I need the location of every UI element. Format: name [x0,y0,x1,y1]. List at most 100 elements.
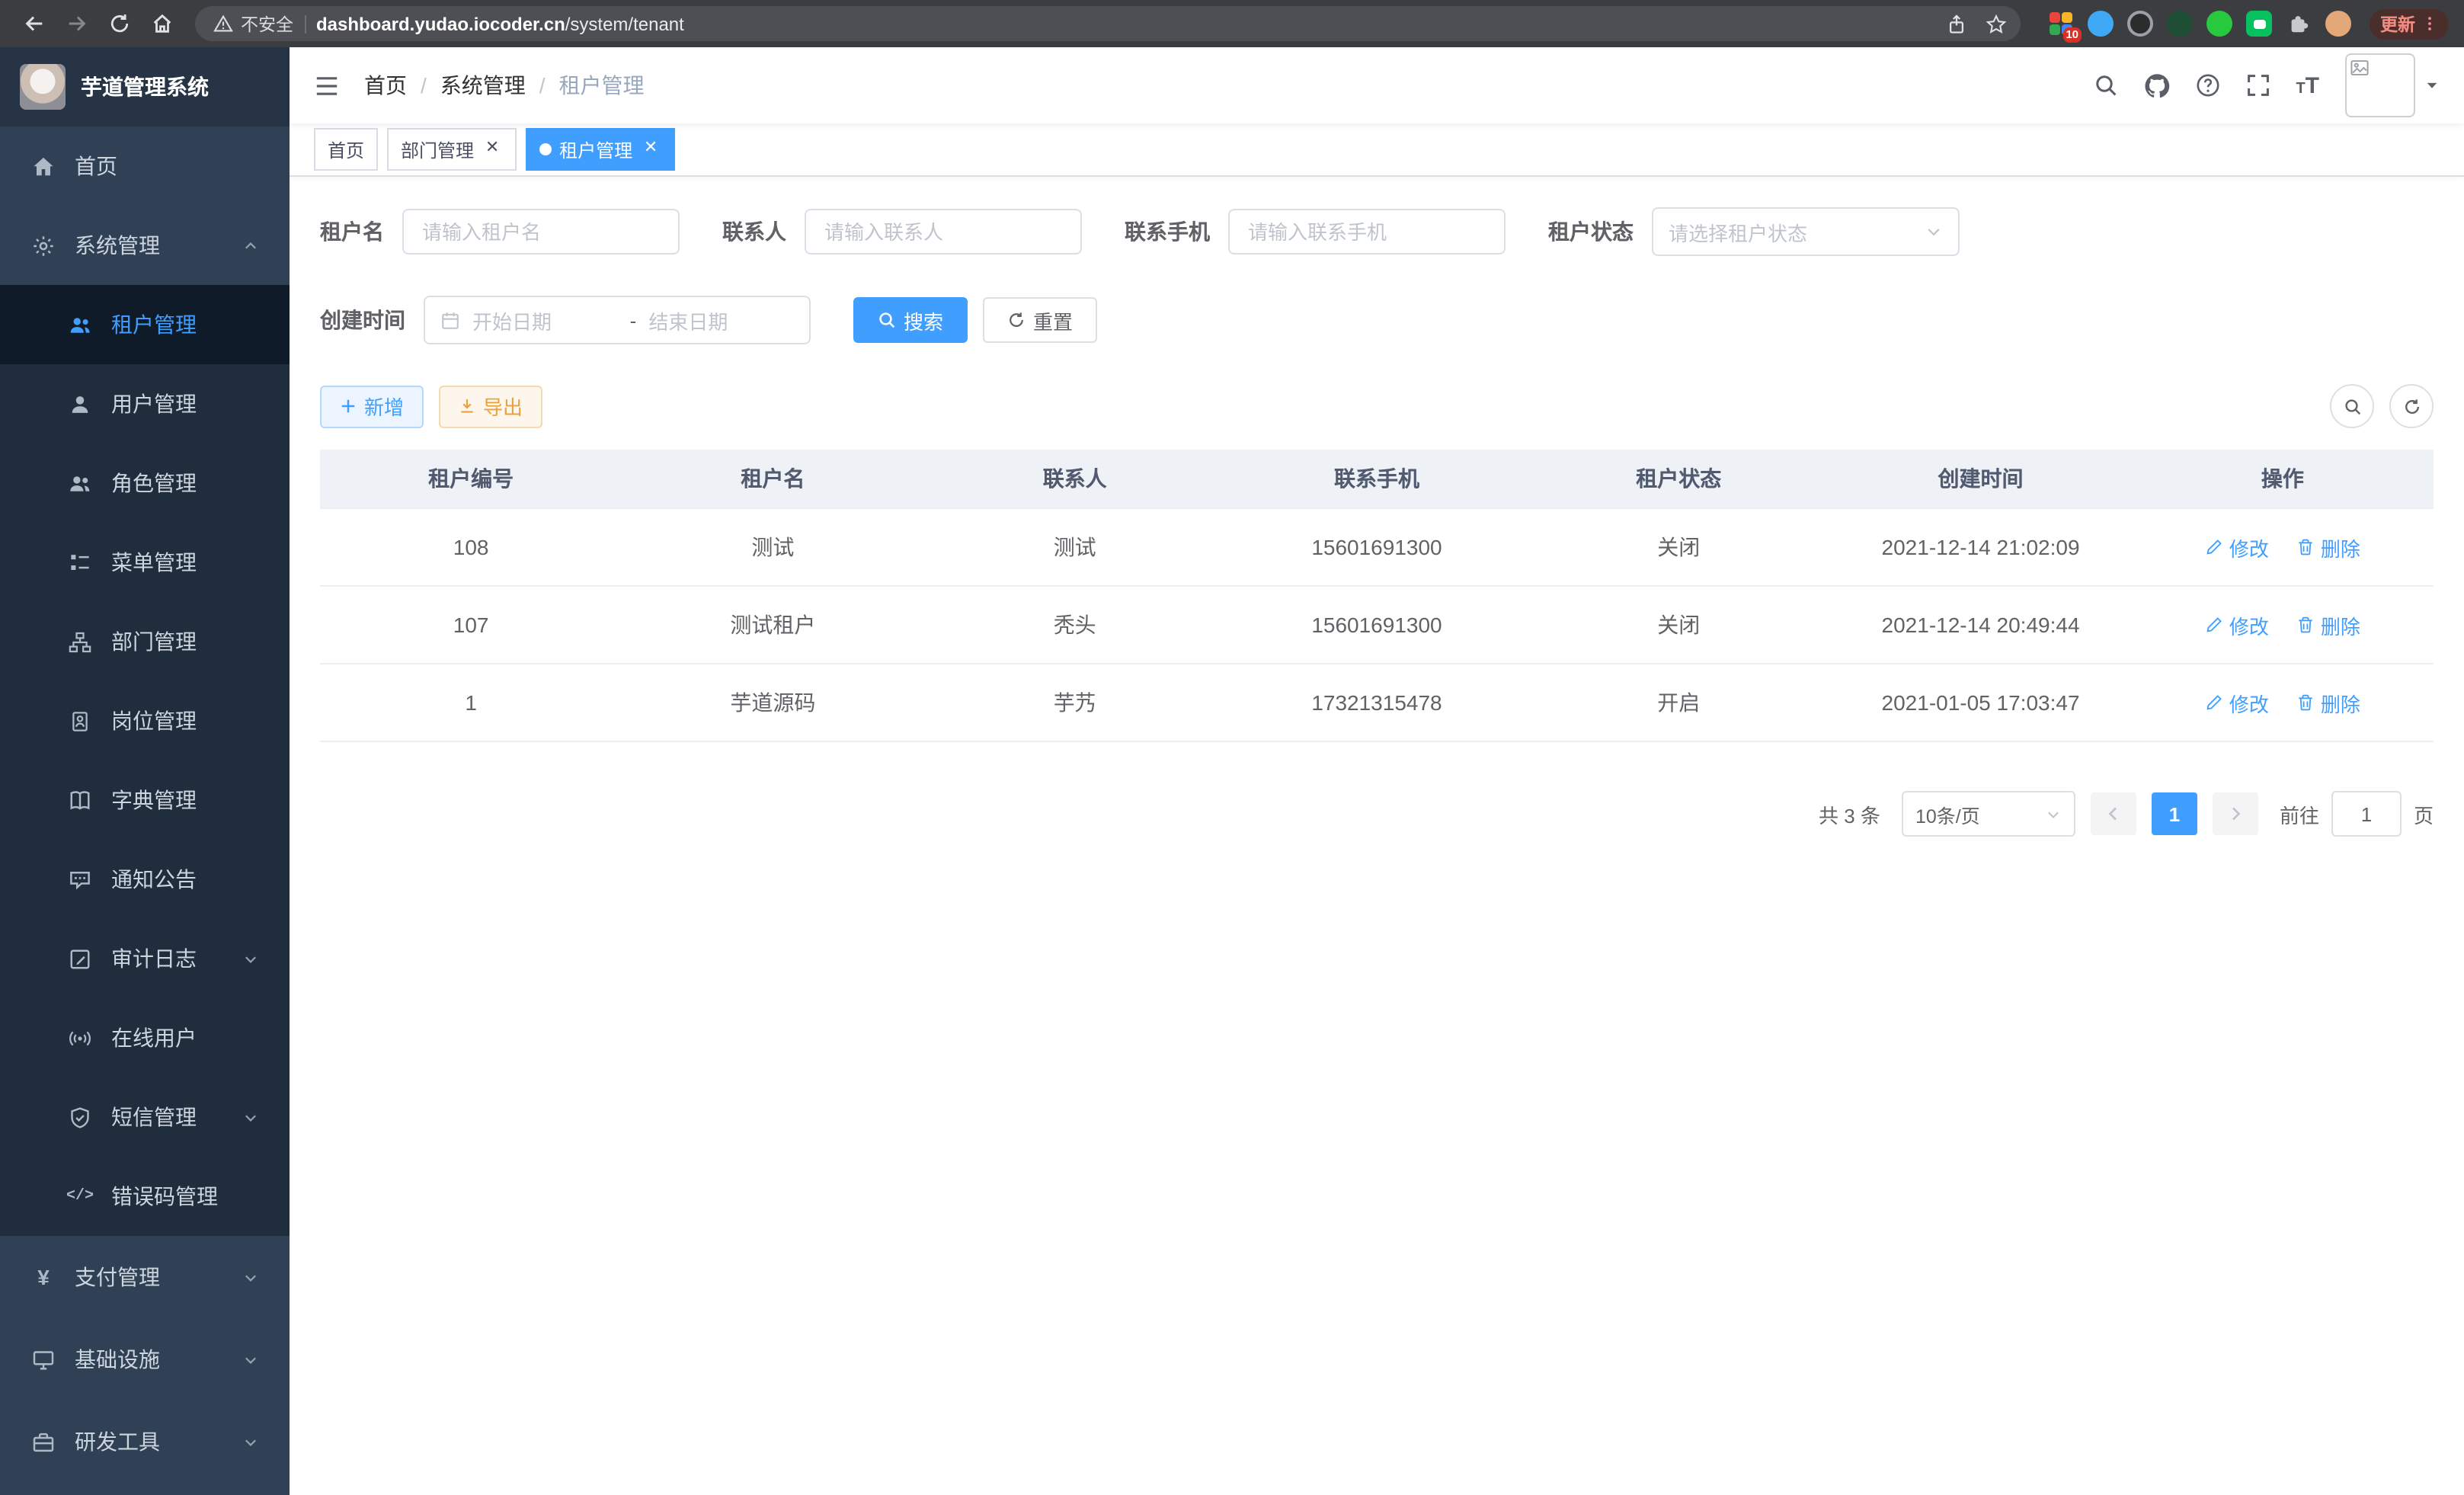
toolbox-icon [30,1430,56,1453]
chevron-down-icon [2045,805,2062,822]
tenant-table: 租户编号 租户名 联系人 联系手机 租户状态 创建时间 操作 108 测试 [320,450,2434,742]
star-icon[interactable] [1978,5,2014,42]
sidebar-item-user[interactable]: 用户管理 [0,364,290,443]
page-size-select[interactable]: 10条/页 [1902,791,2075,837]
screen: 不安全 dashboard.yudao.iocoder.cn/system/te… [0,0,2464,1495]
delete-link[interactable]: 删除 [2296,610,2360,639]
edit-link[interactable]: 修改 [2205,610,2269,639]
user-icon [67,392,93,415]
trash-icon [2296,616,2315,634]
share-icon[interactable] [1938,5,1975,42]
update-button[interactable]: 更新 [2370,8,2449,39]
reset-button[interactable]: 重置 [983,297,1097,343]
edit-icon [2205,693,2223,712]
reload-icon[interactable] [101,5,137,42]
sidebar-item-role[interactable]: 角色管理 [0,443,290,523]
sidebar-item-infra[interactable]: 基础设施 [0,1318,290,1401]
edit-link[interactable]: 修改 [2205,688,2269,717]
tenant-name-input[interactable] [402,209,680,255]
delete-link[interactable]: 删除 [2296,533,2360,562]
search-icon [2343,397,2361,415]
refresh-button[interactable] [2389,384,2434,428]
sidebar-item-dict[interactable]: 字典管理 [0,760,290,840]
delete-link[interactable]: 删除 [2296,688,2360,717]
sidebar-item-tenant[interactable]: 租户管理 [0,285,290,364]
download-icon [459,398,475,415]
search-icon[interactable] [2093,73,2117,98]
hamburger-icon[interactable] [314,72,340,98]
code-icon: </> [67,1188,93,1205]
goto-page-input[interactable] [2331,791,2402,837]
back-icon[interactable] [15,5,52,42]
sidebar-item-dept[interactable]: 部门管理 [0,602,290,681]
shield-icon [67,1106,93,1128]
security-chip[interactable]: 不安全 [213,11,293,36]
sidebar-item-home[interactable]: 首页 [0,126,290,206]
breadcrumb-system[interactable]: 系统管理 [440,70,526,101]
font-size-icon[interactable]: TT [2296,72,2319,98]
chevron-down-icon [242,1109,259,1125]
toggle-search-button[interactable] [2330,384,2374,428]
next-page-button[interactable] [2213,792,2258,835]
tab-home[interactable]: 首页 [314,128,378,171]
chat-ext-icon[interactable] [2246,11,2272,37]
ring-ext-icon[interactable] [2127,11,2153,37]
url-bar[interactable]: 不安全 dashboard.yudao.iocoder.cn/system/te… [195,6,2021,41]
sidebar-item-devtool[interactable]: 研发工具 [0,1401,290,1483]
contact-input[interactable] [805,209,1082,255]
close-icon[interactable]: ✕ [482,139,503,160]
question-icon[interactable] [2195,73,2219,98]
search-button[interactable]: 搜索 [853,297,968,343]
sidebar-item-notice[interactable]: 通知公告 [0,840,290,919]
tab-tenant[interactable]: 租户管理 ✕ [526,128,675,171]
page-number-1[interactable]: 1 [2152,792,2197,835]
chevron-down-icon [242,1351,259,1368]
edit-link[interactable]: 修改 [2205,533,2269,562]
puzzle-icon[interactable] [2286,11,2312,37]
app-logo[interactable]: 芋道管理系统 [0,47,290,126]
status-select[interactable]: 请选择租户状态 [1652,207,1960,256]
export-button[interactable]: 导出 [439,385,542,427]
col-status: 租户状态 [1528,450,1829,508]
table-toolbar: 新增 导出 [320,384,2434,428]
green-ext-icon[interactable] [2206,11,2232,37]
sidebar-item-pay[interactable]: ¥ 支付管理 [0,1236,290,1318]
chevron-down-icon [242,1433,259,1450]
blue-ext-icon[interactable] [2088,11,2114,37]
sidebar: 芋道管理系统 首页 系统管理 [0,47,290,1495]
tab-dept[interactable]: 部门管理 ✕ [387,128,517,171]
user-menu[interactable] [2345,53,2440,117]
chevron-up-icon [242,237,259,254]
fullscreen-icon[interactable] [2245,73,2270,98]
prev-page-button[interactable] [2091,792,2136,835]
app-title: 芋道管理系统 [81,72,209,102]
sidebar-item-errorcode[interactable]: </> 错误码管理 [0,1157,290,1236]
table-row: 107 测试租户 秃头 15601691300 关闭 2021-12-14 20… [320,586,2434,664]
github-icon[interactable] [2143,72,2169,98]
breadcrumb-home[interactable]: 首页 [364,70,407,101]
plus-icon [340,398,357,415]
forward-icon[interactable] [58,5,94,42]
extension-badge: 10 [2062,27,2082,43]
goto-label: 前往 [2280,799,2319,828]
col-created: 创建时间 [1829,450,2131,508]
add-button[interactable]: 新增 [320,385,424,427]
sidebar-item-post[interactable]: 岗位管理 [0,681,290,760]
chevron-down-icon [242,950,259,967]
online-icon [67,1026,93,1049]
sidebar-item-online[interactable]: 在线用户 [0,998,290,1077]
sidebar-item-system[interactable]: 系统管理 [0,206,290,285]
yen-icon: ¥ [30,1265,56,1289]
sidebar-item-auditlog[interactable]: 审计日志 [0,919,290,998]
filter-row-1: 租户名 联系人 联系手机 租户状态 请选择租户状态 [320,207,2434,256]
colorful-ext-icon[interactable]: 10 [2048,11,2074,37]
sidebar-item-sms[interactable]: 短信管理 [0,1077,290,1157]
close-icon[interactable]: ✕ [640,139,661,160]
phone-input[interactable] [1228,209,1506,255]
date-range-picker[interactable]: 开始日期 - 结束日期 [424,296,811,344]
home-icon[interactable] [143,5,180,42]
trash-icon [2296,693,2315,712]
profile-avatar[interactable] [2325,11,2351,37]
dark-green-ext-icon[interactable] [2167,11,2193,37]
sidebar-item-menu[interactable]: 菜单管理 [0,523,290,602]
